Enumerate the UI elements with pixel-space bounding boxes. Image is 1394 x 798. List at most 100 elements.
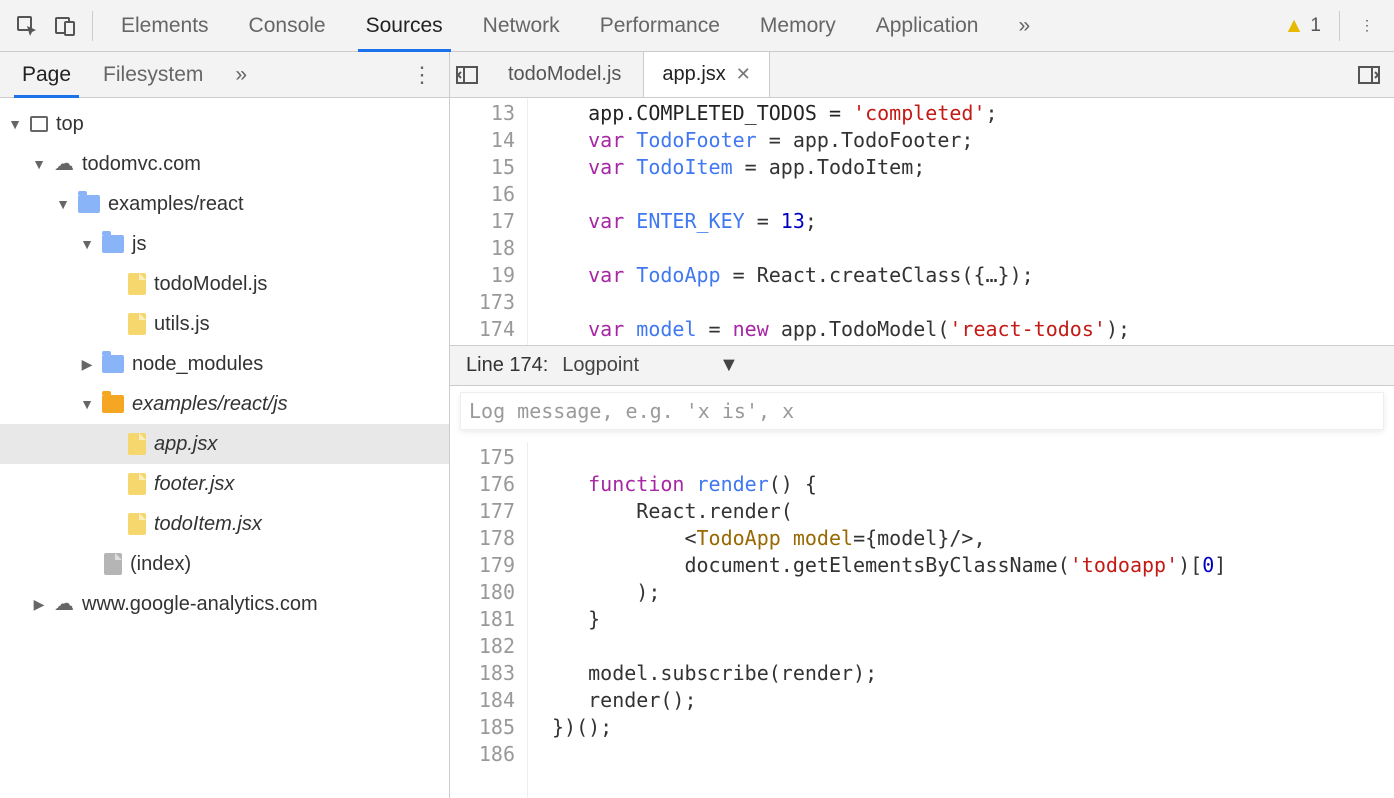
navigator-sidebar: Page Filesystem » ⋮ ▼ top ▼ ☁ todomvc.co… xyxy=(0,52,450,798)
line-number[interactable]: 178 xyxy=(454,525,515,552)
divider xyxy=(1339,11,1340,41)
line-number[interactable]: 181 xyxy=(454,606,515,633)
line-gutter[interactable]: 13 14 15 16 17 18 19 173 174 xyxy=(450,98,528,345)
tree-file[interactable]: footer.jsx xyxy=(0,464,449,504)
line-number[interactable]: 14 xyxy=(454,127,515,154)
disclosure-triangle-icon[interactable]: ▼ xyxy=(80,396,94,412)
line-number[interactable]: 174 xyxy=(454,316,515,343)
device-toggle-icon[interactable] xyxy=(46,7,84,45)
navigator-tab-page[interactable]: Page xyxy=(6,52,87,97)
line-number[interactable]: 17 xyxy=(454,208,515,235)
file-icon xyxy=(128,313,146,335)
tab-network[interactable]: Network xyxy=(463,0,580,51)
kebab-menu-icon[interactable]: ⋮ xyxy=(1348,7,1386,45)
tree-label: examples/react xyxy=(108,193,244,216)
navigator-tab-filesystem[interactable]: Filesystem xyxy=(87,52,219,97)
tree-top-frame[interactable]: ▼ top xyxy=(0,104,449,144)
tab-sources[interactable]: Sources xyxy=(346,0,463,51)
line-number[interactable]: 19 xyxy=(454,262,515,289)
logpoint-message-input[interactable] xyxy=(460,392,1384,430)
line-gutter[interactable]: 175 176 177 178 179 180 181 182 183 184 … xyxy=(450,442,528,798)
warnings-count: 1 xyxy=(1310,15,1321,37)
tree-file[interactable]: utils.js xyxy=(0,304,449,344)
folder-icon xyxy=(102,235,124,253)
line-number[interactable]: 15 xyxy=(454,154,515,181)
divider xyxy=(92,11,93,41)
tab-console[interactable]: Console xyxy=(229,0,346,51)
cloud-icon: ☁ xyxy=(54,154,74,174)
line-number[interactable]: 13 xyxy=(454,100,515,127)
line-number[interactable]: 16 xyxy=(454,181,515,208)
tree-folder[interactable]: ▼ examples/react xyxy=(0,184,449,224)
disclosure-triangle-icon[interactable]: ▼ xyxy=(8,116,22,132)
tree-label: footer.jsx xyxy=(154,473,234,496)
tree-file-selected[interactable]: app.jsx xyxy=(0,424,449,464)
code-editor-bottom[interactable]: 175 176 177 178 179 180 181 182 183 184 … xyxy=(450,442,1394,798)
toggle-debugger-icon[interactable] xyxy=(1358,66,1388,84)
line-number[interactable]: 173 xyxy=(454,289,515,316)
inspect-element-icon[interactable] xyxy=(8,7,46,45)
tree-file[interactable]: todoItem.jsx xyxy=(0,504,449,544)
line-number[interactable]: 185 xyxy=(454,714,515,741)
line-number[interactable]: 186 xyxy=(454,741,515,768)
navigator-tabs: Page Filesystem » ⋮ xyxy=(0,52,449,98)
disclosure-triangle-icon[interactable]: ▶ xyxy=(32,596,46,613)
close-icon[interactable]: ✕ xyxy=(736,64,751,85)
line-number[interactable]: 176 xyxy=(454,471,515,498)
tree-file[interactable]: (index) xyxy=(0,544,449,584)
disclosure-triangle-icon[interactable]: ▼ xyxy=(32,156,46,172)
line-number[interactable]: 179 xyxy=(454,552,515,579)
tree-domain[interactable]: ▼ ☁ todomvc.com xyxy=(0,144,449,184)
tab-overflow-icon[interactable]: » xyxy=(998,0,1050,51)
main-area: Page Filesystem » ⋮ ▼ top ▼ ☁ todomvc.co… xyxy=(0,52,1394,798)
tree-domain[interactable]: ▶ ☁ www.google-analytics.com xyxy=(0,584,449,624)
warnings-indicator[interactable]: ▲ 1 xyxy=(1274,14,1331,38)
tab-memory[interactable]: Memory xyxy=(740,0,856,51)
line-number[interactable]: 180 xyxy=(454,579,515,606)
file-icon xyxy=(128,473,146,495)
code-content[interactable]: app.COMPLETED_TODOS = 'completed'; var T… xyxy=(528,98,1394,345)
file-icon xyxy=(128,273,146,295)
editor-tab[interactable]: todoModel.js xyxy=(490,52,639,97)
disclosure-triangle-icon[interactable]: ▶ xyxy=(80,356,94,373)
folder-icon xyxy=(102,395,124,413)
editor-tab-active[interactable]: app.jsx ✕ xyxy=(643,52,769,97)
tree-label: top xyxy=(56,113,84,136)
line-number[interactable]: 175 xyxy=(454,444,515,471)
cloud-icon: ☁ xyxy=(54,594,74,614)
tree-label: js xyxy=(132,233,146,256)
navigator-menu-icon[interactable]: ⋮ xyxy=(401,62,443,88)
line-number[interactable]: 184 xyxy=(454,687,515,714)
code-content[interactable]: function render() { React.render( <TodoA… xyxy=(528,442,1394,798)
file-tree: ▼ top ▼ ☁ todomvc.com ▼ examples/react ▼… xyxy=(0,98,449,798)
tree-folder-source-mapped[interactable]: ▼ examples/react/js xyxy=(0,384,449,424)
tree-label: app.jsx xyxy=(154,433,217,456)
toggle-navigator-icon[interactable] xyxy=(456,66,486,84)
tree-file[interactable]: todoModel.js xyxy=(0,264,449,304)
line-number[interactable]: 182 xyxy=(454,633,515,660)
editor-tab-bar: todoModel.js app.jsx ✕ xyxy=(450,52,1394,98)
breakpoint-editor-header: Line 174: Logpoint ▼ xyxy=(450,345,1394,386)
tree-label: node_modules xyxy=(132,353,263,376)
warning-icon: ▲ xyxy=(1284,14,1305,38)
tree-folder[interactable]: ▼ js xyxy=(0,224,449,264)
line-number[interactable]: 177 xyxy=(454,498,515,525)
tree-folder[interactable]: ▶ node_modules xyxy=(0,344,449,384)
breakpoint-type-select[interactable]: Logpoint ▼ xyxy=(562,354,739,377)
navigator-tab-overflow-icon[interactable]: » xyxy=(219,52,263,97)
breakpoint-input-wrap xyxy=(450,386,1394,442)
tab-application[interactable]: Application xyxy=(856,0,999,51)
code-editor-top[interactable]: 13 14 15 16 17 18 19 173 174 app.COMPLET… xyxy=(450,98,1394,345)
line-number[interactable]: 183 xyxy=(454,660,515,687)
tree-label: todoModel.js xyxy=(154,273,267,296)
tab-elements[interactable]: Elements xyxy=(101,0,229,51)
editor-pane: todoModel.js app.jsx ✕ 13 14 15 16 17 18… xyxy=(450,52,1394,798)
frame-icon xyxy=(30,116,48,132)
breakpoint-line-label: Line 174: xyxy=(466,354,548,377)
disclosure-triangle-icon[interactable]: ▼ xyxy=(80,236,94,252)
tab-performance[interactable]: Performance xyxy=(580,0,740,51)
line-number[interactable]: 18 xyxy=(454,235,515,262)
folder-icon xyxy=(78,195,100,213)
disclosure-triangle-icon[interactable]: ▼ xyxy=(56,196,70,212)
file-icon xyxy=(104,553,122,575)
